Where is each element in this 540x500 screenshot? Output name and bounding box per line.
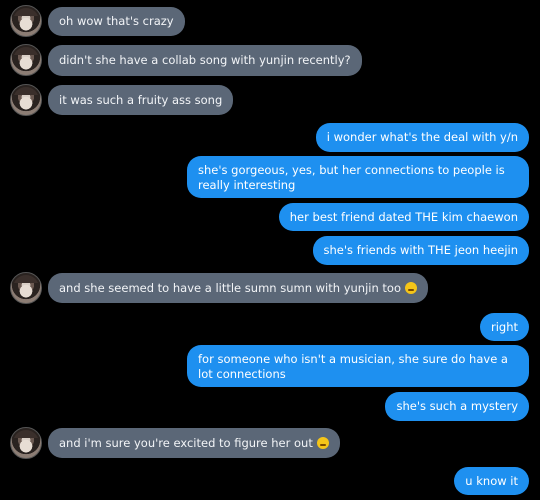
message-row: her best friend dated THE kim chaewon [278,203,529,231]
message-text: and i'm sure you're excited to figure he… [59,435,313,450]
contact-avatar[interactable] [10,427,42,459]
message-row: she's gorgeous, yes, but her connections… [187,156,529,198]
contact-avatar[interactable] [10,272,42,304]
incoming-message-bubble[interactable]: didn't she have a collab song with yunji… [48,44,362,76]
incoming-message-bubble[interactable]: and i'm sure you're excited to figure he… [48,428,340,458]
message-text: it was such a fruity ass song [59,92,223,107]
message-row: oh wow that's crazy [10,5,185,37]
outgoing-message-bubble[interactable]: she's such a mystery [385,392,529,421]
outgoing-message-bubble[interactable]: she's gorgeous, yes, but her connections… [187,156,529,198]
message-row: she's such a mystery [385,392,529,421]
outgoing-message-bubble[interactable]: for someone who isn't a musician, she su… [187,345,529,387]
shushing-face-emoji [405,282,417,294]
outgoing-message-bubble[interactable]: right [479,313,529,341]
message-text: she's friends with THE jeon heejin [323,243,518,257]
message-row: it was such a fruity ass song [10,84,234,116]
message-text: didn't she have a collab song with yunji… [59,52,351,67]
outgoing-message-bubble[interactable]: u know it [454,467,529,495]
incoming-message-bubble[interactable]: and she seemed to have a little sumn sum… [48,273,428,303]
message-text: i wonder what's the deal with y/n [326,130,518,144]
message-row: she's friends with THE jeon heejin [312,236,529,265]
outgoing-message-bubble[interactable]: she's friends with THE jeon heejin [312,236,529,265]
message-row: didn't she have a collab song with yunji… [10,44,362,76]
contact-avatar[interactable] [10,84,42,116]
message-text: for someone who isn't a musician, she su… [198,352,508,381]
message-text: her best friend dated THE kim chaewon [289,209,518,224]
message-row: for someone who isn't a musician, she su… [187,345,529,387]
message-text: and she seemed to have a little sumn sum… [59,280,401,295]
incoming-message-bubble[interactable]: it was such a fruity ass song [48,85,234,115]
message-text: oh wow that's crazy [59,13,174,28]
message-row: and she seemed to have a little sumn sum… [10,272,428,304]
message-text: u know it [465,473,518,488]
message-row: right [479,313,529,341]
message-row: i wonder what's the deal with y/n [315,123,529,152]
outgoing-message-bubble[interactable]: her best friend dated THE kim chaewon [278,203,529,231]
message-row: u know it [454,467,529,495]
message-text: she's gorgeous, yes, but her connections… [198,163,505,192]
contact-avatar[interactable] [10,44,42,76]
message-row: and i'm sure you're excited to figure he… [10,427,340,459]
outgoing-message-bubble[interactable]: i wonder what's the deal with y/n [315,123,529,152]
contact-avatar[interactable] [10,5,42,37]
incoming-message-bubble[interactable]: oh wow that's crazy [48,6,185,36]
shushing-face-emoji [316,437,329,449]
message-text: right [490,319,518,334]
message-text: she's such a mystery [396,399,518,413]
